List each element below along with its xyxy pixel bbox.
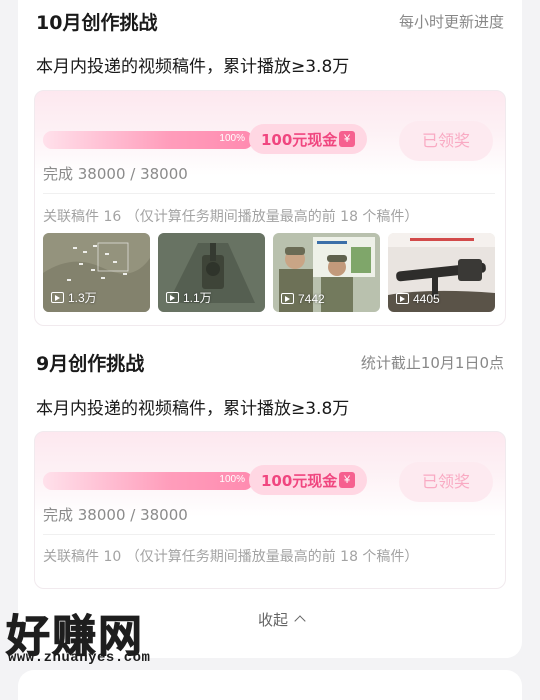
- video-thumbnail[interactable]: 1.3万: [43, 233, 150, 312]
- september-progress-panel: 100% 100元现金 ¥ 已领奖 完成 38000 / 38000 关联稿件 …: [34, 431, 506, 589]
- watermark-url: www.zhuanyes.com: [8, 650, 151, 666]
- collapse-button[interactable]: 收起: [258, 609, 306, 630]
- challenge-card: 10月创作挑战 每小时更新进度 本月内投递的视频稿件，累计播放≥3.8万 100…: [18, 0, 522, 658]
- october-progress-fill: 100%: [43, 131, 253, 149]
- october-reward-label: 100元现金: [261, 131, 338, 149]
- october-progress-bar: 100%: [43, 131, 253, 149]
- september-completed-count: 完成 38000 / 38000: [43, 506, 188, 524]
- september-challenge-title: 9月创作挑战: [36, 353, 145, 375]
- video-views: 1.3万: [51, 289, 97, 306]
- play-icon: [51, 292, 64, 303]
- october-divider: [43, 193, 495, 194]
- video-views: 4405: [396, 292, 440, 306]
- october-claimed-button[interactable]: 已领奖: [399, 121, 493, 161]
- collapse-label: 收起: [258, 611, 289, 629]
- october-progress-percent: 100%: [219, 133, 245, 144]
- september-challenge-description: 本月内投递的视频稿件，累计播放≥3.8万: [36, 399, 350, 419]
- october-update-note: 每小时更新进度: [398, 13, 504, 31]
- september-progress-bar: 100%: [43, 472, 253, 490]
- video-views: 7442: [281, 292, 325, 306]
- september-progress-fill: 100%: [43, 472, 253, 490]
- october-progress-panel: 100% 100元现金 ¥ 已领奖 完成 38000 / 38000 关联稿件 …: [34, 90, 506, 326]
- september-stat-note: 统计截止10月1日0点: [360, 354, 504, 372]
- watermark-logo: 好赚网 www.zhuanyes.com: [6, 600, 196, 686]
- yen-icon: ¥: [339, 131, 355, 147]
- play-icon: [281, 293, 294, 304]
- october-challenge-description: 本月内投递的视频稿件，累计播放≥3.8万: [36, 57, 350, 77]
- september-divider: [43, 534, 495, 535]
- yen-icon: ¥: [339, 472, 355, 488]
- video-views: 1.1万: [166, 289, 212, 306]
- play-icon: [396, 293, 409, 304]
- september-progress-percent: 100%: [219, 474, 245, 485]
- october-video-thumbnails: 1.3万 1.1万 7442 4405: [43, 233, 495, 313]
- september-related-videos-text: 关联稿件 10 （仅计算任务期间播放量最高的前 18 个稿件）: [43, 549, 419, 565]
- chevron-up-icon: [294, 615, 306, 627]
- september-claimed-button[interactable]: 已领奖: [399, 462, 493, 502]
- october-reward-badge: 100元现金 ¥: [249, 124, 367, 154]
- september-reward-label: 100元现金: [261, 472, 338, 490]
- video-thumbnail[interactable]: 1.1万: [158, 233, 265, 312]
- play-icon: [166, 292, 179, 303]
- october-challenge-title: 10月创作挑战: [36, 12, 158, 34]
- video-thumbnail[interactable]: 4405: [388, 233, 495, 312]
- october-related-videos-text: 关联稿件 16 （仅计算任务期间播放量最高的前 18 个稿件）: [43, 209, 419, 225]
- september-reward-badge: 100元现金 ¥: [249, 465, 367, 495]
- october-completed-count: 完成 38000 / 38000: [43, 165, 188, 183]
- video-thumbnail[interactable]: 7442: [273, 233, 380, 312]
